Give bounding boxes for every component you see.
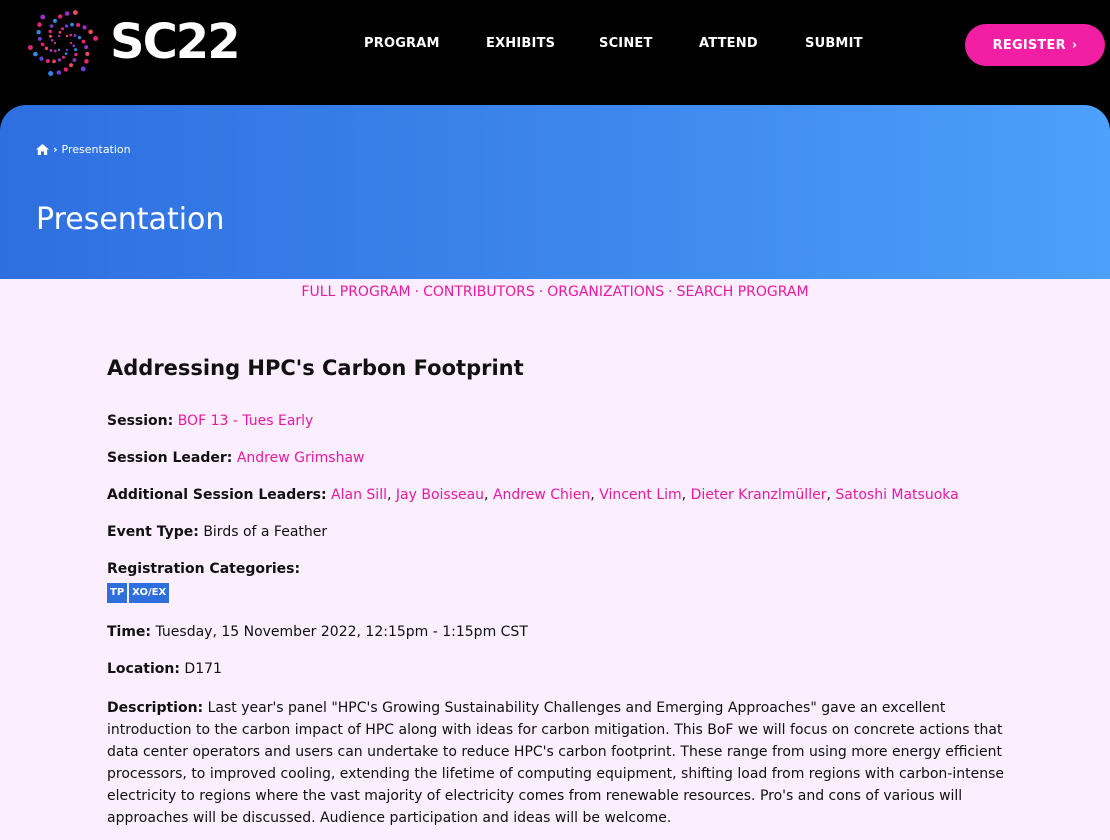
registration-tag: TP: [107, 583, 128, 603]
nav-program[interactable]: PROGRAM: [364, 36, 440, 51]
hero-banner: › Presentation Presentation: [0, 105, 1110, 279]
subnav-contributors[interactable]: CONTRIBUTORS: [423, 284, 535, 300]
location-row: Location: D171: [107, 661, 222, 677]
location-value: D171: [184, 661, 222, 677]
nav-attend[interactable]: ATTEND: [699, 36, 758, 51]
breadcrumb: › Presentation: [36, 143, 131, 156]
sc22-logo[interactable]: SC22: [24, 4, 264, 82]
leader-link[interactable]: Vincent Lim: [599, 487, 681, 503]
register-label: REGISTER: [992, 37, 1066, 53]
session-row: Session: BOF 13 - Tues Early: [107, 413, 313, 429]
nav-scinet[interactable]: SCINET: [599, 36, 653, 51]
event-type-row: Event Type: Birds of a Feather: [107, 524, 327, 540]
nav-exhibits[interactable]: EXHIBITS: [486, 36, 555, 51]
nav-submit[interactable]: SUBMIT: [805, 36, 863, 51]
description: Description: Last year's panel "HPC's Gr…: [107, 697, 1017, 829]
top-bar: SC22 PROGRAM EXHIBITS SCINET ATTEND SUBM…: [0, 0, 1110, 105]
subnav-dot: ·: [414, 284, 420, 300]
home-icon[interactable]: [36, 144, 49, 155]
leader-link[interactable]: Jay Boisseau: [396, 487, 484, 503]
page-title: Presentation: [36, 202, 225, 237]
leader-link[interactable]: Andrew Chien: [493, 487, 590, 503]
subnav-dot: ·: [668, 284, 673, 300]
additional-leaders-row: Additional Session Leaders: Alan Sill, J…: [107, 487, 959, 503]
session-leader-row: Session Leader: Andrew Grimshaw: [107, 450, 364, 466]
additional-leaders-label: Additional Session Leaders:: [107, 487, 327, 503]
logo-swirl-icon: [27, 10, 99, 76]
time-value: Tuesday, 15 November 2022, 12:15pm - 1:1…: [155, 624, 528, 640]
registration-tags: TP XO/EX: [107, 583, 170, 603]
session-label: Session:: [107, 413, 174, 429]
event-type-label: Event Type:: [107, 524, 199, 540]
program-subnav: FULL PROGRAM · CONTRIBUTORS · ORGANIZATIONS ·…: [0, 284, 1110, 300]
time-label: Time:: [107, 624, 152, 640]
registration-row: Registration Categories:: [107, 561, 300, 577]
session-link[interactable]: BOF 13 - Tues Early: [178, 413, 314, 429]
session-leader-label: Session Leader:: [107, 450, 233, 466]
logo-text: SC22: [110, 14, 241, 70]
breadcrumb-separator-icon: ›: [53, 143, 58, 156]
leader-link[interactable]: Satoshi Matsuoka: [835, 487, 958, 503]
presentation-details: Addressing HPC's Carbon Footprint Sessio…: [107, 356, 1017, 826]
registration-tag: XO/EX: [129, 583, 170, 603]
time-row: Time: Tuesday, 15 November 2022, 12:15pm…: [107, 624, 528, 640]
subnav-full-program[interactable]: FULL PROGRAM: [301, 284, 410, 300]
presentation-title: Addressing HPC's Carbon Footprint: [107, 356, 524, 380]
registration-label: Registration Categories:: [107, 561, 301, 577]
description-text: Last year's panel "HPC's Growing Sustain…: [107, 700, 1005, 826]
subnav-dot: ·: [538, 284, 544, 300]
register-button[interactable]: REGISTER ›: [965, 24, 1105, 66]
chevron-right-icon: ›: [1071, 37, 1078, 53]
subnav-search-program[interactable]: SEARCH PROGRAM: [677, 284, 809, 300]
event-type-value: Birds of a Feather: [203, 524, 328, 540]
breadcrumb-current[interactable]: Presentation: [62, 143, 131, 156]
location-label: Location:: [107, 661, 180, 677]
leader-link[interactable]: Alan Sill: [331, 487, 387, 503]
subnav-organizations[interactable]: ORGANIZATIONS: [547, 284, 664, 300]
session-leader-link[interactable]: Andrew Grimshaw: [237, 450, 365, 466]
description-label: Description:: [107, 700, 204, 716]
leader-link[interactable]: Dieter Kranzlmüller: [691, 487, 827, 503]
